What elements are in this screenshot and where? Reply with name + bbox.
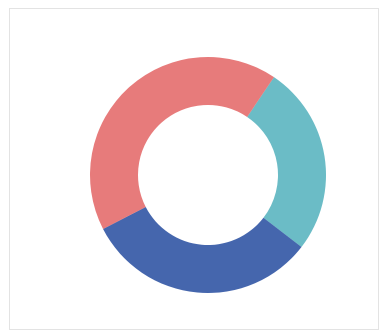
donut-slices [90,56,326,293]
donut-slice-3 [90,56,274,229]
donut-slice-1 [247,77,326,247]
chart-card [9,8,379,330]
donut-chart [90,56,326,293]
